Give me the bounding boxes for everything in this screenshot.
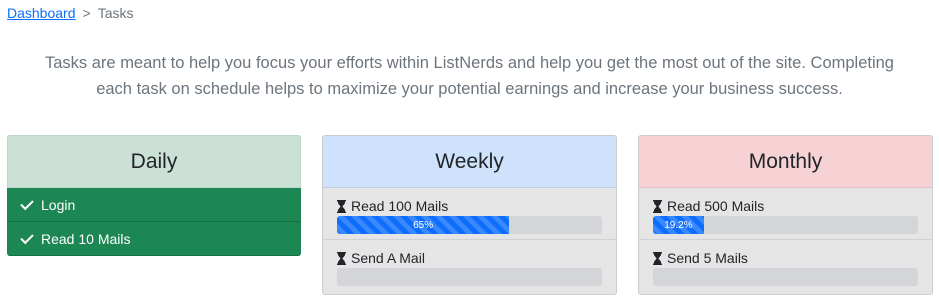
- check-icon: [20, 230, 34, 244]
- weekly-card-header: Weekly: [323, 136, 616, 188]
- daily-card-header: Daily: [7, 135, 301, 188]
- monthly-task-read-mails: Read 500 Mails 19.2%: [639, 188, 932, 240]
- hourglass-icon: [337, 200, 346, 213]
- task-label: Read 10 Mails: [41, 230, 131, 247]
- weekly-tasks-card: Weekly Read 100 Mails 65% Send A Mail: [322, 135, 617, 295]
- task-label: Read 500 Mails: [667, 198, 765, 214]
- task-label: Read 100 Mails: [351, 198, 449, 214]
- daily-task-login: Login: [7, 188, 301, 222]
- task-title: Send A Mail: [337, 250, 602, 267]
- monthly-tasks-card: Monthly Read 500 Mails 19.2% Send 5 Mail…: [638, 135, 933, 295]
- task-label: Send A Mail: [351, 250, 425, 266]
- progress-bar-track: [653, 268, 918, 286]
- task-title: Send 5 Mails: [653, 250, 918, 267]
- task-title: Read 100 Mails: [337, 198, 602, 215]
- progress-bar-track: 19.2%: [653, 216, 918, 234]
- daily-tasks-card: Daily Login Read 10 Mails: [7, 135, 301, 256]
- progress-bar-track: [337, 268, 602, 286]
- monthly-task-send-mails: Send 5 Mails: [639, 240, 932, 292]
- breadcrumb-current: Tasks: [97, 5, 134, 21]
- breadcrumb-dashboard-link[interactable]: Dashboard: [7, 5, 76, 21]
- progress-bar-fill: 65%: [337, 216, 510, 234]
- progress-bar-fill: 19.2%: [653, 216, 704, 234]
- task-label: Login: [41, 196, 76, 213]
- progress-bar-track: 65%: [337, 216, 602, 234]
- daily-task-read-mails: Read 10 Mails: [7, 222, 301, 256]
- intro-line-1: Tasks are meant to help you focus your e…: [45, 54, 894, 72]
- hourglass-icon: [653, 252, 662, 265]
- task-label: Send 5 Mails: [667, 250, 748, 266]
- task-title: Read 500 Mails: [653, 198, 918, 215]
- intro-line-2: each task on schedule helps to maximize …: [96, 80, 843, 98]
- breadcrumb-separator: >: [82, 5, 91, 21]
- weekly-task-read-mails: Read 100 Mails 65%: [323, 188, 616, 240]
- weekly-task-send-mail: Send A Mail: [323, 240, 616, 292]
- tasks-intro: Tasks are meant to help you focus your e…: [0, 50, 939, 102]
- breadcrumb: Dashboard > Tasks: [7, 4, 133, 22]
- hourglass-icon: [653, 200, 662, 213]
- hourglass-icon: [337, 252, 346, 265]
- monthly-card-header: Monthly: [639, 136, 932, 188]
- check-icon: [20, 196, 34, 210]
